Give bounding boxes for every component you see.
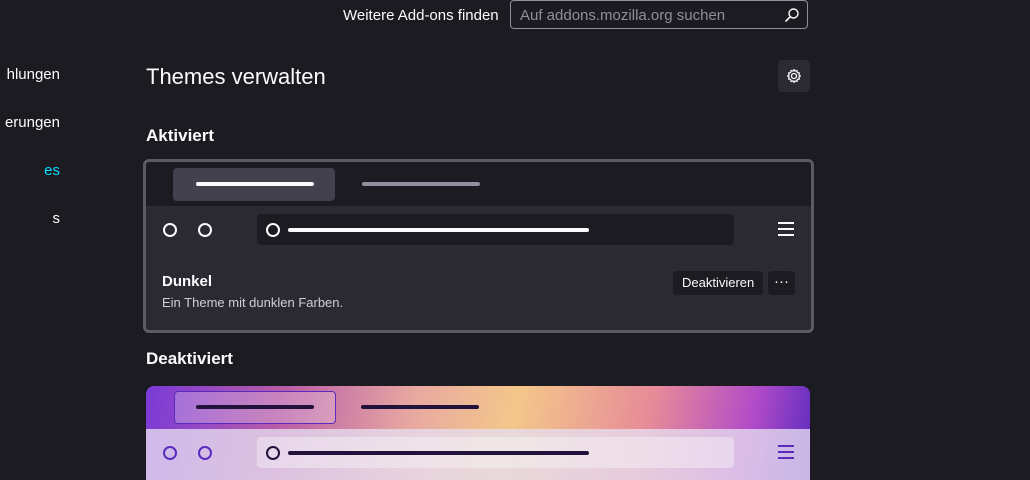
preview-menu-icon bbox=[778, 222, 794, 236]
preview-url-line bbox=[288, 451, 589, 455]
search-input[interactable] bbox=[520, 6, 770, 24]
preview-tab-line bbox=[196, 182, 314, 186]
preview-tab-line bbox=[196, 405, 314, 409]
preview-urlbar bbox=[257, 214, 734, 245]
settings-button[interactable] bbox=[778, 60, 810, 92]
gear-icon bbox=[786, 68, 802, 84]
sidebar-item-extensions[interactable]: erungen bbox=[0, 114, 60, 131]
theme-preview-toolbar bbox=[146, 429, 810, 480]
preview-back-icon bbox=[163, 446, 177, 460]
preview-forward-icon bbox=[198, 446, 212, 460]
page-title: Themes verwalten bbox=[146, 64, 326, 89]
theme-description: Ein Theme mit dunklen Farben. bbox=[162, 295, 344, 310]
preview-forward-icon bbox=[198, 223, 212, 237]
search-icon[interactable] bbox=[784, 7, 800, 23]
preview-tab-line bbox=[361, 405, 479, 409]
theme-card-dark: Dunkel Ein Theme mit dunklen Farben. Dea… bbox=[143, 159, 814, 333]
theme-card-colorful bbox=[146, 386, 810, 480]
preview-url-line bbox=[288, 228, 589, 232]
sidebar-item-recommendations[interactable]: hlungen bbox=[0, 66, 60, 83]
search-box[interactable] bbox=[510, 0, 808, 29]
disabled-section-heading: Deaktiviert bbox=[146, 349, 233, 368]
preview-tab-line bbox=[362, 182, 480, 186]
sidebar-item-plugins[interactable]: s bbox=[0, 210, 61, 227]
enabled-section-heading: Aktiviert bbox=[146, 126, 215, 145]
preview-urlbar-icon bbox=[266, 223, 280, 237]
preview-back-icon bbox=[163, 223, 177, 237]
preview-urlbar-icon bbox=[266, 446, 280, 460]
sidebar-item-themes[interactable]: es bbox=[0, 162, 60, 179]
preview-urlbar bbox=[257, 437, 734, 468]
theme-preview-tabs bbox=[146, 162, 811, 206]
preview-menu-icon bbox=[778, 445, 794, 459]
theme-preview-toolbar bbox=[146, 206, 811, 253]
deactivate-button[interactable]: Deaktivieren bbox=[673, 271, 764, 295]
theme-name: Dunkel bbox=[162, 273, 213, 290]
theme-card-footer: Dunkel Ein Theme mit dunklen Farben. Dea… bbox=[146, 253, 811, 330]
find-more-label: Weitere Add-ons finden bbox=[343, 7, 499, 24]
theme-preview-tabs bbox=[146, 386, 810, 429]
more-options-button[interactable]: ··· bbox=[768, 271, 795, 295]
